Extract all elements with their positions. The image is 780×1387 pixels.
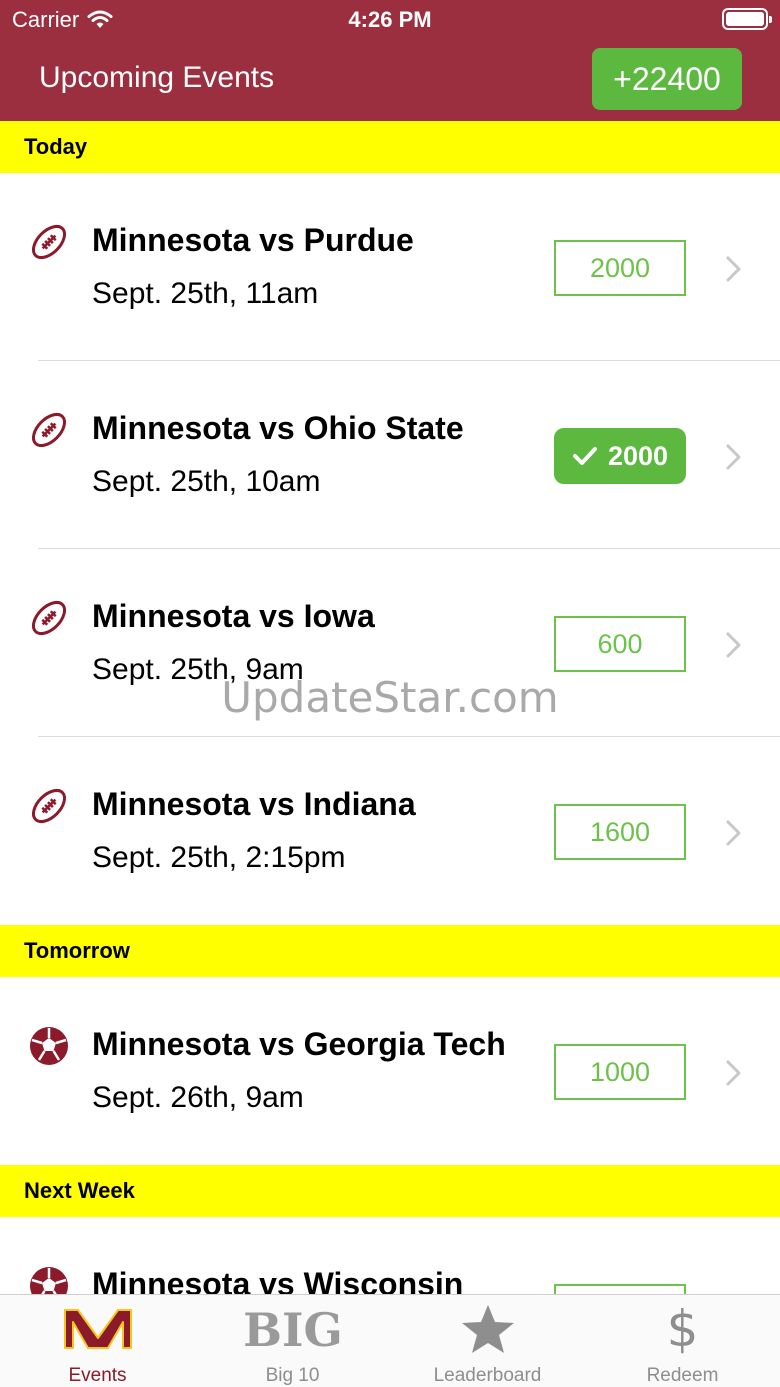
tab-events[interactable]: Events	[0, 1295, 195, 1387]
dollar-icon: $	[666, 1300, 699, 1358]
points-button[interactable]: 1600	[554, 804, 686, 860]
event-time: Sept. 25th, 10am	[92, 465, 321, 498]
tab-big-10[interactable]: BIG Big 10	[195, 1295, 390, 1387]
points-value: 1000	[589, 1056, 651, 1087]
event-row[interactable]: Minnesota vs Purdue Sept. 25th, 11am 2000	[0, 173, 780, 361]
points-button[interactable]: 600	[554, 616, 686, 672]
big-ten-logo-icon: BIG	[195, 1307, 390, 1351]
chevron-right-icon	[724, 443, 744, 471]
event-title: Minnesota vs Ohio State	[92, 410, 464, 446]
points-button[interactable]	[554, 1284, 686, 1294]
section-title: Next Week	[24, 1178, 135, 1203]
points-button-selected[interactable]: 2000	[554, 428, 686, 484]
chevron-right-icon	[724, 631, 744, 659]
tab-label: Redeem	[646, 1365, 719, 1386]
points-button[interactable]: 2000	[554, 240, 686, 296]
status-bar: Carrier 4:26 PM	[0, 0, 780, 40]
events-list[interactable]: Today Minnesota vs Purdue Sept. 25th, 11am…	[0, 121, 780, 1294]
football-icon	[28, 409, 70, 451]
football-icon	[28, 597, 70, 639]
event-time: Sept. 25th, 2:15pm	[92, 841, 346, 874]
star-icon	[390, 1305, 585, 1353]
event-row[interactable]: Minnesota vs Ohio State Sept. 25th, 10am 2…	[0, 361, 780, 549]
event-title: Minnesota vs Iowa	[92, 598, 375, 634]
svg-text:BIG: BIG	[243, 1308, 343, 1350]
tab-bar: Events BIG Big 10 Leaderboard $ Redeem	[0, 1294, 780, 1387]
points-button[interactable]: 1000	[554, 1044, 686, 1100]
football-icon	[28, 785, 70, 827]
event-title: Minnesota vs Georgia Tech	[92, 1026, 506, 1062]
event-row[interactable]: Minnesota vs Wisconsin	[0, 1217, 780, 1294]
tab-label: Events	[68, 1365, 127, 1386]
minnesota-m-logo-icon	[0, 1307, 195, 1351]
chevron-right-icon	[724, 255, 744, 283]
event-title: Minnesota vs Purdue	[92, 222, 414, 258]
section-title: Tomorrow	[24, 938, 130, 963]
page-title: Upcoming Events	[39, 61, 275, 94]
section-header: Next Week	[0, 1165, 780, 1217]
points-value: 1600	[589, 816, 651, 847]
chevron-right-icon	[724, 1059, 744, 1087]
tab-leaderboard[interactable]: Leaderboard	[390, 1295, 585, 1387]
section-header: Today	[0, 121, 780, 173]
event-time: Sept. 25th, 11am	[92, 277, 319, 310]
section-title: Today	[24, 134, 88, 159]
event-time: Sept. 26th, 9am	[92, 1081, 304, 1114]
event-time: Sept. 25th, 9am	[92, 653, 304, 686]
status-time: 4:26 PM	[348, 7, 432, 32]
nav-header: Carrier 4:26 PM Upcoming Events +22400	[0, 0, 780, 121]
battery-icon	[722, 8, 772, 30]
section-header: Tomorrow	[0, 925, 780, 977]
tab-label: Big 10	[265, 1365, 320, 1386]
tab-redeem[interactable]: $ Redeem	[585, 1295, 780, 1387]
soccer-ball-icon	[28, 1025, 70, 1067]
chevron-right-icon	[724, 819, 744, 847]
checkmark-icon	[572, 447, 597, 465]
tab-label: Leaderboard	[433, 1365, 542, 1386]
points-value: 600	[597, 628, 643, 659]
event-row[interactable]: Minnesota vs Indiana Sept. 25th, 2:15pm 16…	[0, 737, 780, 925]
event-row[interactable]: Minnesota vs Iowa Sept. 25th, 9am 600	[0, 549, 780, 737]
points-value: 2000	[589, 252, 651, 283]
event-row[interactable]: Minnesota vs Georgia Tech Sept. 26th, 9am…	[0, 977, 780, 1165]
event-title: Minnesota vs Wisconsin	[92, 1266, 464, 1294]
points-value: 2000	[607, 440, 669, 471]
football-icon	[28, 221, 70, 263]
soccer-ball-icon	[28, 1265, 70, 1294]
event-title: Minnesota vs Indiana	[92, 786, 416, 822]
points-total-button[interactable]: +22400	[592, 48, 742, 110]
